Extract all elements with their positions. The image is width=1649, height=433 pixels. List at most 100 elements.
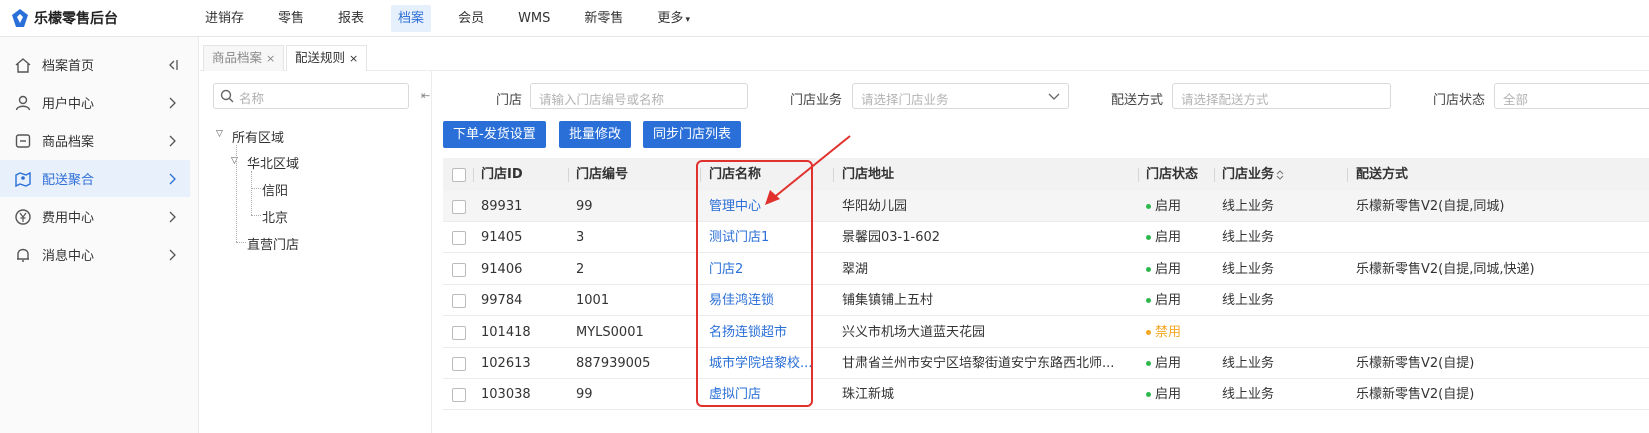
sidebar-item[interactable]: 消息中心 xyxy=(0,236,190,273)
tree-node-xinyang[interactable]: 信阳 xyxy=(262,180,288,199)
chevron-down-icon[interactable]: ▽ xyxy=(216,129,223,139)
cell-store-address: 甘肃省兰州市安宁区培黎街道安宁东路西北师... xyxy=(842,356,1115,371)
delivery-select[interactable]: 请选择配送方式 xyxy=(1172,83,1391,109)
tree-search-input[interactable]: 名称 xyxy=(213,83,409,109)
row-checkbox[interactable] xyxy=(452,325,466,340)
header-store-address: 门店地址 xyxy=(842,167,895,182)
nav-item[interactable]: 更多 ▾ xyxy=(650,5,697,32)
tree-node-all-regions[interactable]: 所有区域 xyxy=(232,127,284,146)
nav-item[interactable]: 会员 xyxy=(451,5,491,32)
sidebar-item[interactable]: 商品档案 xyxy=(0,122,190,159)
app-logo[interactable]: 乐檬零售后台 xyxy=(12,8,118,28)
cell-delivery-method: 乐檬新零售V2(自提) xyxy=(1356,387,1475,403)
sidebar-item[interactable]: 配送聚合 xyxy=(0,160,190,197)
batch-edit-button[interactable]: 批量修改 xyxy=(559,121,632,148)
delivery-placeholder: 请选择配送方式 xyxy=(1181,92,1269,107)
chevron-right-icon xyxy=(169,249,176,260)
status-text: 启用 xyxy=(1155,230,1182,246)
cell-store-address: 珠江新城 xyxy=(842,387,895,403)
row-checkbox[interactable] xyxy=(452,262,466,277)
sidebar-item-label: 用户中心 xyxy=(42,97,95,112)
tab-delivery-rules[interactable]: 配送规则 × xyxy=(286,45,368,71)
sidebar-item[interactable]: 档案首页 xyxy=(0,46,190,83)
tree-node-direct-stores[interactable]: 直营门店 xyxy=(247,234,299,253)
table-row[interactable]: 101418 MYLS0001 名扬连锁超市 兴义市机场大道蓝天花园 禁用 xyxy=(443,316,1649,348)
row-checkbox[interactable] xyxy=(452,357,466,371)
chevron-right-icon xyxy=(169,173,176,184)
sidebar-item[interactable]: 用户中心 xyxy=(0,84,190,121)
table-row[interactable]: 103038 99 虚拟门店 珠江新城 启用 线上业务 乐檬新零售V2(自提) xyxy=(443,379,1649,411)
status-select[interactable]: 全部 xyxy=(1494,83,1649,109)
status-text: 启用 xyxy=(1155,387,1182,403)
close-icon[interactable]: × xyxy=(349,52,358,65)
top-bar: 乐檬零售后台 进销存 零售 报表 档案 会员 WMS 新零售 更多 ▾ xyxy=(0,0,1649,37)
sidebar-item-label: 消息中心 xyxy=(42,249,95,264)
tree-node-beijing[interactable]: 北京 xyxy=(262,207,288,226)
store-search-input[interactable]: 请输入门店编号或名称 xyxy=(530,83,748,109)
nav-item[interactable]: 零售 xyxy=(271,5,311,32)
bell-icon xyxy=(17,248,29,262)
cell-store-id: 89931 xyxy=(481,199,523,214)
nav-item[interactable]: 报表 xyxy=(331,5,371,32)
annotation-highlight-box xyxy=(696,160,813,407)
business-filter-label: 门店业务 xyxy=(790,93,843,108)
cell-store-status: 启用 xyxy=(1146,191,1181,222)
status-value: 全部 xyxy=(1503,92,1529,107)
nav-item-label: 更多 xyxy=(657,11,684,26)
column-divider xyxy=(473,168,474,182)
cell-store-code: 2 xyxy=(576,261,585,277)
cell-store-code: 3 xyxy=(576,230,585,246)
tab-label: 配送规则 xyxy=(295,50,346,65)
header-store-code: 门店编号 xyxy=(576,167,629,182)
table-row[interactable]: 89931 99 管理中心 华阳幼儿园 启用 线上业务 乐檬新零售V2(自提,同城) xyxy=(443,191,1649,222)
table-row[interactable]: 91405 3 测试门店1 景馨园03-1-602 启用 线上业务 xyxy=(443,222,1649,254)
close-icon[interactable]: × xyxy=(266,52,275,65)
status-dot-icon xyxy=(1146,204,1151,209)
nav-item-label: 报表 xyxy=(338,11,365,26)
nav-item[interactable]: 档案 xyxy=(391,5,432,32)
user-icon xyxy=(15,95,31,110)
row-checkbox[interactable] xyxy=(452,294,466,309)
header-label: 门店业务 xyxy=(1222,167,1275,182)
nav-item[interactable]: WMS xyxy=(511,5,557,32)
row-checkbox[interactable] xyxy=(452,200,466,214)
sync-stores-button[interactable]: 同步门店列表 xyxy=(643,121,742,148)
collapse-sidebar-icon[interactable] xyxy=(165,58,179,72)
status-text: 启用 xyxy=(1155,356,1182,371)
tree-node-north[interactable]: 华北区域 xyxy=(247,153,299,172)
chevron-right-icon xyxy=(169,135,176,146)
cell-store-address: 铺集镇铺上五村 xyxy=(842,293,934,309)
row-checkbox[interactable] xyxy=(452,231,466,246)
table-row[interactable]: 102613 887939005 城市学院培黎校... 甘肃省兰州市安宁区培黎街道安宁… xyxy=(443,348,1649,379)
nav-item-label: 会员 xyxy=(458,11,485,26)
select-all-checkbox[interactable] xyxy=(452,168,466,182)
cell-store-business: 线上业务 xyxy=(1222,387,1275,403)
status-filter-label: 门店状态 xyxy=(1433,93,1486,108)
business-select[interactable]: 请选择门店业务 xyxy=(852,83,1069,109)
collapse-icon[interactable]: ⇤ xyxy=(421,89,430,102)
cell-store-address: 景馨园03-1-602 xyxy=(842,230,941,246)
sidebar-item[interactable]: 费用中心 xyxy=(0,198,190,235)
tree-guide-line xyxy=(236,145,237,242)
status-dot-icon xyxy=(1146,392,1151,398)
header-store-id: 门店ID xyxy=(481,167,523,182)
order-ship-settings-button[interactable]: 下单-发货设置 xyxy=(443,121,546,148)
table-row[interactable]: 99784 1001 易佳鸿连锁 铺集镇铺上五村 启用 线上业务 xyxy=(443,285,1649,317)
cell-store-id: 91406 xyxy=(481,261,523,277)
cell-store-business: 线上业务 xyxy=(1222,261,1275,277)
chevron-right-icon xyxy=(169,211,176,222)
tab-product-archive[interactable]: 商品档案 × xyxy=(203,45,285,71)
sort-icon[interactable] xyxy=(1276,169,1284,181)
nav-item[interactable]: 进销存 xyxy=(198,5,251,32)
table-row[interactable]: 91406 2 门店2 翠湖 启用 线上业务 乐檬新零售V2(自提,同城,快递) xyxy=(443,253,1649,285)
nav-item[interactable]: 新零售 xyxy=(577,5,630,32)
header-delivery-method: 配送方式 xyxy=(1356,167,1409,182)
status-text: 启用 xyxy=(1155,199,1182,214)
column-divider xyxy=(1347,168,1348,182)
header-store-business[interactable]: 门店业务 xyxy=(1222,158,1284,191)
row-checkbox[interactable] xyxy=(452,388,466,403)
status-text: 禁用 xyxy=(1155,324,1182,340)
status-dot-icon xyxy=(1146,235,1151,241)
nav-item-label: 进销存 xyxy=(205,11,245,26)
cell-delivery-method: 乐檬新零售V2(自提,同城,快递) xyxy=(1356,261,1535,277)
